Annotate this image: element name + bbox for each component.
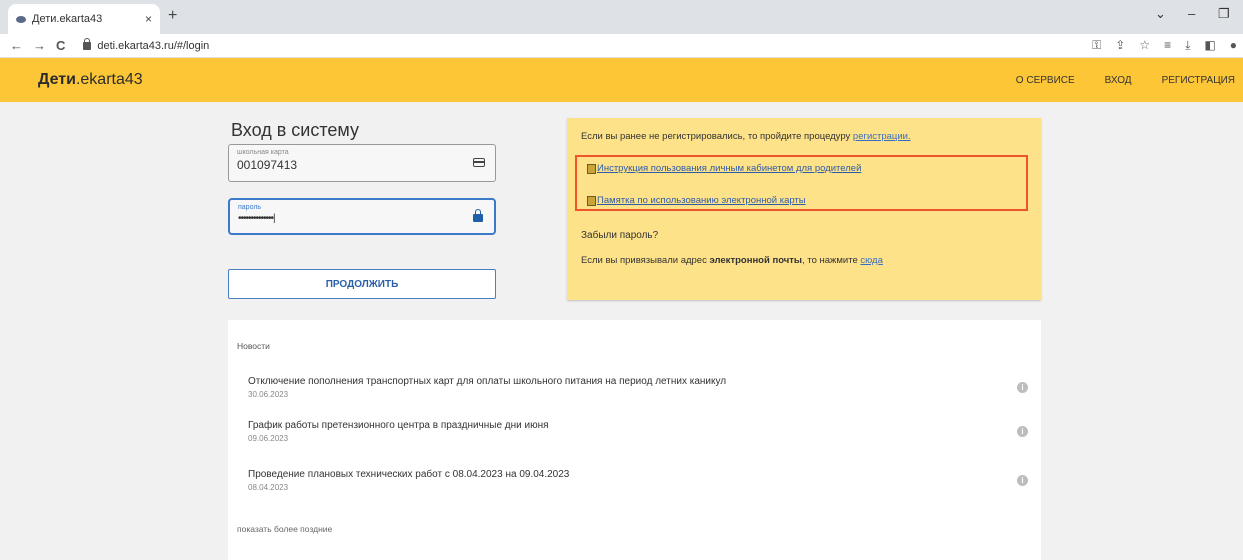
register-link[interactable]: регистрации. — [853, 131, 911, 142]
doc-link-memo-text[interactable]: Памятка по использованию электронной кар… — [597, 195, 806, 206]
news-item-title[interactable]: Проведение плановых технических работ с … — [248, 469, 1028, 480]
email-text-2: , то нажмите — [802, 255, 861, 266]
show-later-link[interactable]: показать более поздние — [237, 524, 332, 534]
info-icon[interactable]: i — [1017, 382, 1028, 393]
browser-tabstrip: Дети.ekarta43 × + ⌄ – ❐ — [0, 0, 1243, 34]
news-panel: Новости Отключение пополнения транспортн… — [228, 320, 1041, 560]
padlock-icon — [473, 209, 483, 222]
reading-list-icon[interactable]: ≡ — [1164, 38, 1171, 53]
browser-tab[interactable]: Дети.ekarta43 × — [8, 4, 160, 34]
register-text: Если вы ранее не регистрировались, то пр… — [581, 131, 853, 142]
nav-login[interactable]: ВХОД — [1105, 75, 1132, 86]
pdf-icon — [587, 163, 596, 174]
tab-search-icon[interactable]: ⌄ — [1155, 6, 1166, 22]
card-number-label: школьная карта — [237, 149, 289, 156]
password-field[interactable]: пароль ••••••••••••••| — [228, 198, 496, 235]
browser-toolbar: ⚿ ⇪ ☆ ≡ ⤓ ◧ ● — [1092, 38, 1237, 53]
continue-button[interactable]: ПРОДОЛЖИТЬ — [228, 269, 496, 299]
logo-rest: .ekarta43 — [75, 71, 143, 88]
back-icon[interactable]: ← — [10, 38, 23, 53]
site-logo[interactable]: Дети.ekarta43 — [38, 71, 143, 89]
nav-register[interactable]: РЕГИСТРАЦИЯ — [1162, 75, 1235, 86]
star-icon[interactable]: ☆ — [1139, 38, 1150, 53]
news-item[interactable]: Проведение плановых технических работ с … — [248, 469, 1028, 492]
forgot-password-title: Забыли пароль? — [581, 230, 659, 241]
news-item[interactable]: График работы претензионного центра в пр… — [248, 420, 1028, 443]
email-hint: Если вы привязывали адрес электронной по… — [581, 255, 883, 266]
credit-card-icon — [473, 158, 485, 167]
site-header: Дети.ekarta43 О СЕРВИСЕ ВХОД РЕГИСТРАЦИЯ — [0, 58, 1243, 102]
sidepanel-icon[interactable]: ◧ — [1204, 38, 1215, 53]
nav-about[interactable]: О СЕРВИСЕ — [1016, 75, 1075, 86]
news-item[interactable]: Отключение пополнения транспортных карт … — [248, 376, 1028, 399]
news-item-title[interactable]: Отключение пополнения транспортных карт … — [248, 376, 1028, 387]
highlight-box: Инструкция пользования личным кабинетом … — [575, 155, 1028, 211]
news-item-date: 09.06.2023 — [248, 434, 289, 443]
tab-title: Дети.ekarta43 — [32, 13, 103, 25]
doc-link-instruction[interactable]: Инструкция пользования личным кабинетом … — [587, 163, 861, 174]
logo-bold: Дети — [38, 71, 76, 88]
minimize-icon[interactable]: – — [1188, 6, 1195, 21]
doc-link-instruction-text[interactable]: Инструкция пользования личным кабинетом … — [597, 163, 861, 174]
url-field[interactable]: deti.ekarta43.ru/#/login — [97, 40, 209, 52]
download-icon[interactable]: ⤓ — [1185, 38, 1190, 53]
news-item-date: 08.04.2023 — [248, 483, 289, 492]
news-item-date: 30.06.2023 — [248, 390, 289, 399]
info-panel: Если вы ранее не регистрировались, то пр… — [567, 118, 1041, 300]
site-nav: О СЕРВИСЕ ВХОД РЕГИСТРАЦИЯ — [1016, 58, 1243, 102]
share-icon[interactable]: ⇪ — [1115, 38, 1125, 53]
forward-icon[interactable]: → — [33, 38, 46, 53]
card-number-field[interactable]: школьная карта 001097413 — [228, 144, 496, 182]
pdf-icon — [587, 195, 596, 206]
register-hint: Если вы ранее не регистрировались, то пр… — [581, 131, 911, 142]
new-tab-button[interactable]: + — [168, 7, 177, 25]
lock-icon[interactable] — [83, 37, 92, 50]
info-icon[interactable]: i — [1017, 426, 1028, 437]
card-number-value[interactable]: 001097413 — [237, 158, 487, 172]
tab-close-icon[interactable]: × — [145, 12, 152, 26]
password-label: пароль — [238, 204, 262, 211]
restore-icon[interactable]: ❐ — [1218, 6, 1230, 22]
reset-link[interactable]: сюда — [860, 255, 883, 266]
reload-icon[interactable]: C — [56, 38, 65, 53]
info-icon[interactable]: i — [1017, 475, 1028, 486]
profile-icon[interactable]: ● — [1230, 38, 1237, 53]
news-title: Новости — [237, 341, 270, 351]
email-text-bold: электронной почты — [709, 255, 803, 266]
news-item-title[interactable]: График работы претензионного центра в пр… — [248, 420, 1028, 431]
password-value[interactable]: ••••••••••••••| — [238, 213, 486, 224]
site-favicon-icon — [16, 15, 26, 23]
address-bar: ← → C deti.ekarta43.ru/#/login ⚿ ⇪ ☆ ≡ ⤓… — [0, 34, 1243, 58]
key-icon[interactable]: ⚿ — [1092, 38, 1101, 53]
doc-link-memo[interactable]: Памятка по использованию электронной кар… — [587, 195, 806, 206]
email-text-1: Если вы привязывали адрес — [581, 255, 710, 266]
login-title: Вход в систему — [231, 120, 359, 140]
